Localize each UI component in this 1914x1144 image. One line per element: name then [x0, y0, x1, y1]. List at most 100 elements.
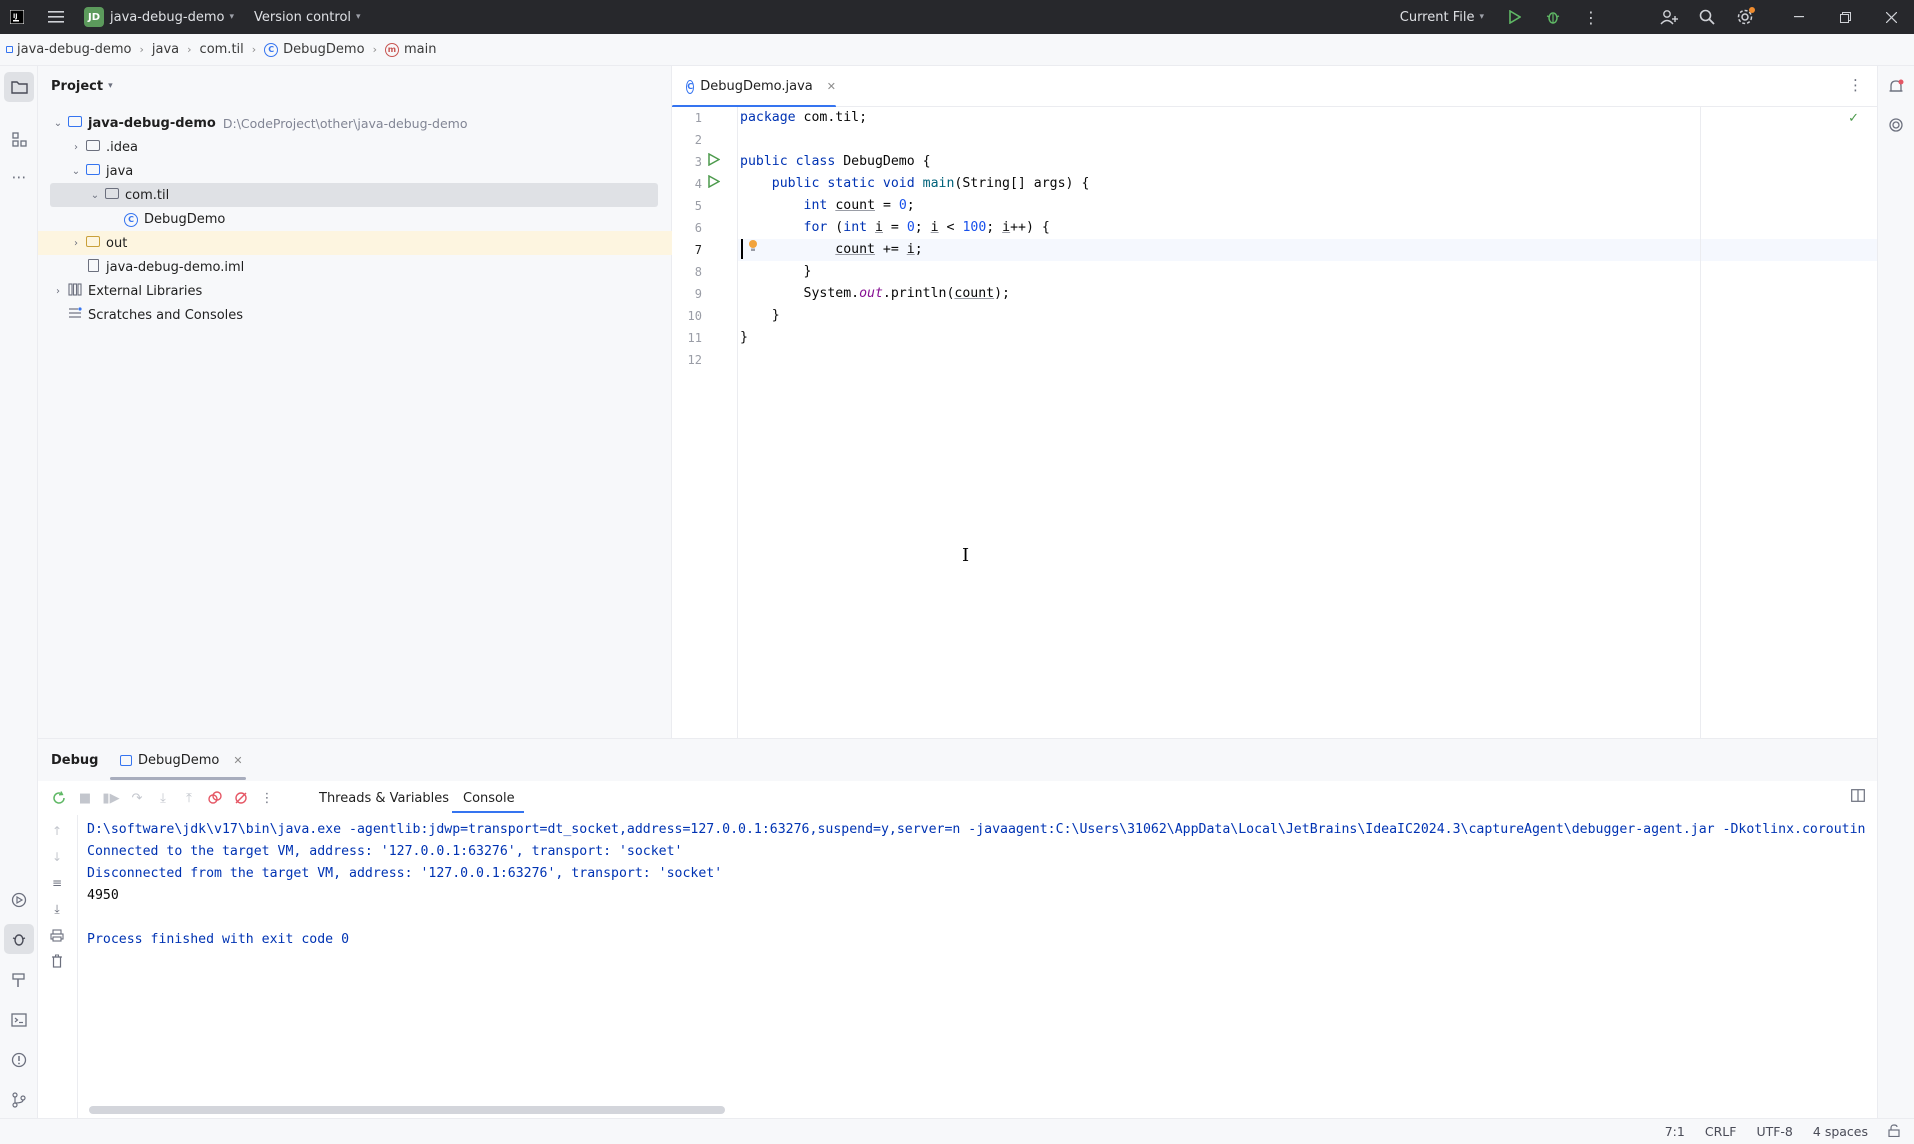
minimize-window-icon[interactable]	[1776, 0, 1822, 34]
chevron-down-icon[interactable]: ⌄	[68, 166, 84, 177]
close-window-icon[interactable]	[1868, 0, 1914, 34]
print-icon[interactable]	[45, 923, 69, 947]
tree-label: com.til	[125, 187, 170, 203]
close-icon[interactable]: ✕	[827, 80, 836, 93]
tree-node-out[interactable]: › out	[38, 231, 672, 255]
run-config-label: Current File	[1399, 9, 1475, 25]
view-breakpoints-icon[interactable]	[202, 785, 228, 811]
tab-console[interactable]: Console	[463, 781, 515, 815]
restore-window-icon[interactable]	[1822, 0, 1868, 34]
notifications-bell-icon[interactable]	[1881, 72, 1911, 102]
step-into-icon[interactable]: ⤓	[150, 785, 176, 811]
rerun-icon[interactable]	[46, 785, 72, 811]
excluded-folder-icon	[84, 235, 102, 251]
line-separator[interactable]: CRLF	[1705, 1124, 1737, 1139]
debug-icon[interactable]	[1534, 0, 1572, 34]
scroll-up-icon[interactable]: ↑	[45, 819, 69, 843]
console-line: Disconnected from the target VM, address…	[87, 866, 723, 881]
terminal-icon[interactable]	[4, 1005, 34, 1035]
layout-settings-icon[interactable]	[1851, 789, 1865, 806]
module-file-icon	[84, 258, 102, 276]
chevron-right-icon[interactable]: ›	[50, 286, 66, 297]
run-gutter-icon[interactable]	[708, 151, 722, 173]
tree-node-iml[interactable]: java-debug-demo.iml	[50, 255, 658, 279]
mouse-text-cursor-icon: I	[962, 545, 970, 566]
settings-gear-icon[interactable]	[1726, 0, 1764, 34]
main-menu-icon[interactable]	[34, 0, 78, 34]
step-out-icon[interactable]: ⤒	[176, 785, 202, 811]
build-hammer-icon[interactable]	[4, 965, 34, 995]
file-encoding[interactable]: UTF-8	[1756, 1124, 1792, 1139]
active-subtab-indicator	[452, 811, 524, 813]
debug-tool-icon[interactable]	[4, 924, 34, 954]
run-config-selector[interactable]: Current File ▾	[1400, 0, 1484, 34]
inspection-ok-checkmark-icon[interactable]: ✓	[1848, 111, 1859, 126]
project-tool-folder-icon[interactable]	[4, 72, 34, 102]
console-output[interactable]: D:\software\jdk\v17\bin\java.exe -agentl…	[78, 815, 1877, 1119]
caret-position[interactable]: 7:1	[1665, 1124, 1685, 1139]
intention-bulb-icon[interactable]	[748, 239, 760, 261]
project-switcher[interactable]: JD java-debug-demo ▾	[84, 0, 234, 34]
tree-node-idea[interactable]: › .idea	[50, 135, 658, 159]
breadcrumb-item-class[interactable]: DebugDemo	[283, 42, 364, 57]
indent-setting[interactable]: 4 spaces	[1813, 1124, 1868, 1139]
run-gutter-icon[interactable]	[708, 173, 722, 195]
chevron-right-icon[interactable]: ›	[68, 238, 84, 249]
run-icon[interactable]	[1496, 0, 1534, 34]
debug-session-tab[interactable]: DebugDemo ✕	[110, 739, 246, 781]
tree-node-package[interactable]: ⌄ com.til	[50, 183, 658, 207]
resume-icon[interactable]: ▮▶	[98, 785, 124, 811]
chevron-right-icon[interactable]: ›	[68, 142, 84, 153]
editor-tab-debugdemo[interactable]: C DebugDemo.java ✕	[672, 66, 836, 108]
problems-icon[interactable]	[4, 1045, 34, 1075]
more-actions-icon[interactable]: ⋮	[1572, 0, 1610, 34]
version-control-menu[interactable]: Version control ▾	[254, 0, 361, 34]
console-horizontal-scrollbar[interactable]	[89, 1106, 725, 1114]
editor-tabs-more-icon[interactable]: ⋮	[1848, 76, 1863, 94]
editor-gutter[interactable]: 1 2 3 4 5 6 7 8 9 10 11 12	[672, 107, 738, 738]
code-editor[interactable]: package com.til; public class DebugDemo …	[738, 107, 1877, 738]
stop-icon[interactable]: ■	[72, 785, 98, 811]
tree-node-java[interactable]: ⌄ java	[50, 159, 658, 183]
soft-wrap-icon[interactable]: ≡	[45, 871, 69, 895]
tree-label: java	[106, 163, 134, 179]
breadcrumb-item-method[interactable]: main	[404, 42, 436, 57]
project-root-name: java-debug-demo	[88, 115, 216, 131]
tree-node-class[interactable]: C DebugDemo	[50, 207, 658, 231]
update-dot-icon	[1749, 7, 1755, 13]
status-bar: 7:1 CRLF UTF-8 4 spaces	[0, 1118, 1914, 1144]
clear-all-trash-icon[interactable]	[45, 949, 69, 973]
breadcrumb-item-package[interactable]: com.til	[200, 42, 244, 57]
more-options-icon[interactable]: ⋮	[254, 785, 280, 811]
scroll-down-icon[interactable]: ↓	[45, 845, 69, 869]
folder-icon	[84, 139, 102, 155]
tab-label: Threads & Variables	[319, 790, 450, 806]
code-with-me-icon[interactable]	[1650, 0, 1688, 34]
tab-threads-variables[interactable]: Threads & Variables	[319, 781, 449, 815]
mute-breakpoints-icon[interactable]	[228, 785, 254, 811]
breadcrumb-item-project[interactable]: java-debug-demo	[17, 42, 131, 57]
breadcrumb-item-java[interactable]: java	[152, 42, 179, 57]
console-line-command: D:\software\jdk\v17\bin\java.exe -agentl…	[87, 822, 1866, 837]
project-panel-header[interactable]: Project ▾	[38, 66, 671, 106]
close-icon[interactable]: ✕	[233, 754, 242, 767]
app-logo-icon[interactable]: IJ	[0, 0, 34, 34]
read-only-lock-icon[interactable]	[1888, 1123, 1900, 1140]
line-number: 2	[694, 133, 702, 147]
tree-node-external-libraries[interactable]: › External Libraries	[50, 279, 658, 303]
scroll-to-end-icon[interactable]: ⤓	[45, 897, 69, 921]
more-tools-icon[interactable]: ⋯	[4, 162, 34, 192]
tree-node-project-root[interactable]: ⌄ java-debug-demo D:\CodeProject\other\j…	[50, 111, 658, 135]
chevron-down-icon[interactable]: ⌄	[50, 118, 66, 129]
git-branch-icon[interactable]	[4, 1085, 34, 1115]
ai-assistant-icon[interactable]	[1881, 110, 1911, 140]
console-side-toolbar: ↑ ↓ ≡ ⤓	[38, 815, 78, 1119]
services-icon[interactable]	[4, 885, 34, 915]
step-over-icon[interactable]: ↷	[124, 785, 150, 811]
search-icon[interactable]	[1688, 0, 1726, 34]
chevron-down-icon[interactable]: ⌄	[87, 190, 103, 201]
project-tool-window: Project ▾ ⌄ java-debug-demo D:\CodeProje…	[38, 66, 672, 738]
structure-icon[interactable]	[4, 124, 34, 154]
tree-node-scratches[interactable]: Scratches and Consoles	[50, 303, 658, 327]
